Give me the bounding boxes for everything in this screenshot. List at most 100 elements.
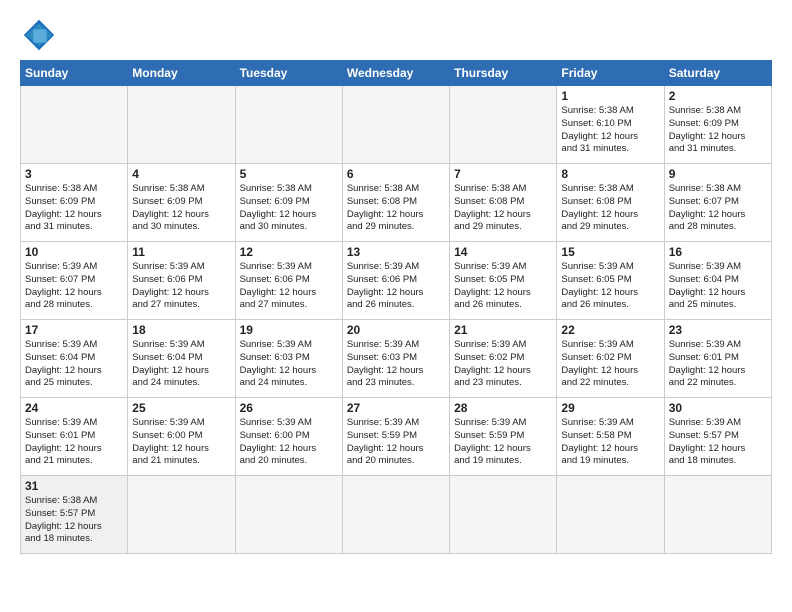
calendar-cell: 4 Sunrise: 5:38 AM Sunset: 6:09 PM Daylig…: [128, 164, 235, 242]
day-info: Sunrise: 5:38 AM Sunset: 6:08 PM Dayligh…: [454, 183, 552, 234]
day-number: 12: [240, 245, 338, 259]
calendar-cell: 25 Sunrise: 5:39 AM Sunset: 6:00 PM Dayli…: [128, 398, 235, 476]
day-number: 28: [454, 401, 552, 415]
day-number: 30: [669, 401, 767, 415]
day-info: Sunrise: 5:39 AM Sunset: 6:04 PM Dayligh…: [669, 261, 767, 312]
calendar-cell: 26Sunrise: 5:39 AM Sunset: 6:00 PM Dayli…: [235, 398, 342, 476]
calendar-cell: [342, 476, 449, 554]
calendar-cell: 15Sunrise: 5:39 AM Sunset: 6:05 PM Dayli…: [557, 242, 664, 320]
day-number: 18: [132, 323, 230, 337]
day-number: 16: [669, 245, 767, 259]
calendar-cell: 12 Sunrise: 5:39 AM Sunset: 6:06 PM Dayli…: [235, 242, 342, 320]
day-info: Sunrise: 5:39 AM Sunset: 6:00 PM Dayligh…: [132, 417, 230, 468]
calendar-cell: 27Sunrise: 5:39 AM Sunset: 5:59 PM Dayli…: [342, 398, 449, 476]
day-number: 11: [132, 245, 230, 259]
day-number: 13: [347, 245, 445, 259]
day-info: Sunrise: 5:39 AM Sunset: 6:01 PM Dayligh…: [25, 417, 123, 468]
day-info: Sunrise: 5:39 AM Sunset: 6:04 PM Dayligh…: [25, 339, 123, 390]
calendar-cell: [235, 476, 342, 554]
day-info: Sunrise: 5:38 AM Sunset: 6:08 PM Dayligh…: [347, 183, 445, 234]
day-number: 10: [25, 245, 123, 259]
day-info: Sunrise: 5:38 AM Sunset: 6:10 PM Dayligh…: [561, 105, 659, 156]
day-number: 29: [561, 401, 659, 415]
day-number: 17: [25, 323, 123, 337]
day-info: Sunrise: 5:38 AM Sunset: 6:07 PM Dayligh…: [669, 183, 767, 234]
day-number: 23: [669, 323, 767, 337]
day-number: 25: [132, 401, 230, 415]
day-number: 22: [561, 323, 659, 337]
day-number: 6: [347, 167, 445, 181]
calendar-cell: 7 Sunrise: 5:38 AM Sunset: 6:08 PM Daylig…: [450, 164, 557, 242]
calendar-cell: [664, 476, 771, 554]
calendar-cell: 20 Sunrise: 5:39 AM Sunset: 6:03 PM Dayli…: [342, 320, 449, 398]
calendar-cell: 17 Sunrise: 5:39 AM Sunset: 6:04 PM Dayli…: [21, 320, 128, 398]
calendar-week-3: 17 Sunrise: 5:39 AM Sunset: 6:04 PM Dayli…: [21, 320, 772, 398]
day-info: Sunrise: 5:39 AM Sunset: 6:03 PM Dayligh…: [347, 339, 445, 390]
day-info: Sunrise: 5:39 AM Sunset: 6:02 PM Dayligh…: [561, 339, 659, 390]
calendar-cell: 29Sunrise: 5:39 AM Sunset: 5:58 PM Dayli…: [557, 398, 664, 476]
calendar-cell: 21Sunrise: 5:39 AM Sunset: 6:02 PM Dayli…: [450, 320, 557, 398]
day-number: 19: [240, 323, 338, 337]
calendar-week-1: 3 Sunrise: 5:38 AM Sunset: 6:09 PM Daylig…: [21, 164, 772, 242]
calendar-cell: 18 Sunrise: 5:39 AM Sunset: 6:04 PM Dayli…: [128, 320, 235, 398]
calendar-cell: 30 Sunrise: 5:39 AM Sunset: 5:57 PM Dayli…: [664, 398, 771, 476]
calendar-cell: [21, 86, 128, 164]
weekday-header-sunday: Sunday: [21, 61, 128, 86]
day-number: 20: [347, 323, 445, 337]
day-number: 14: [454, 245, 552, 259]
calendar-cell: [450, 86, 557, 164]
day-number: 8: [561, 167, 659, 181]
calendar-cell: 11 Sunrise: 5:39 AM Sunset: 6:06 PM Dayli…: [128, 242, 235, 320]
calendar-cell: [128, 476, 235, 554]
weekday-header-tuesday: Tuesday: [235, 61, 342, 86]
weekday-header-row: SundayMondayTuesdayWednesdayThursdayFrid…: [21, 61, 772, 86]
day-number: 5: [240, 167, 338, 181]
calendar-cell: 28 Sunrise: 5:39 AM Sunset: 5:59 PM Dayli…: [450, 398, 557, 476]
day-info: Sunrise: 5:39 AM Sunset: 6:06 PM Dayligh…: [347, 261, 445, 312]
day-number: 24: [25, 401, 123, 415]
calendar-week-4: 24 Sunrise: 5:39 AM Sunset: 6:01 PM Dayli…: [21, 398, 772, 476]
day-info: Sunrise: 5:38 AM Sunset: 6:09 PM Dayligh…: [132, 183, 230, 234]
day-info: Sunrise: 5:39 AM Sunset: 6:03 PM Dayligh…: [240, 339, 338, 390]
weekday-header-monday: Monday: [128, 61, 235, 86]
calendar-cell: [235, 86, 342, 164]
day-number: 21: [454, 323, 552, 337]
day-info: Sunrise: 5:39 AM Sunset: 6:04 PM Dayligh…: [132, 339, 230, 390]
calendar-cell: 22 Sunrise: 5:39 AM Sunset: 6:02 PM Dayli…: [557, 320, 664, 398]
weekday-header-friday: Friday: [557, 61, 664, 86]
day-number: 1: [561, 89, 659, 103]
day-info: Sunrise: 5:39 AM Sunset: 6:06 PM Dayligh…: [132, 261, 230, 312]
day-number: 26: [240, 401, 338, 415]
weekday-header-saturday: Saturday: [664, 61, 771, 86]
day-info: Sunrise: 5:39 AM Sunset: 5:59 PM Dayligh…: [347, 417, 445, 468]
day-info: Sunrise: 5:39 AM Sunset: 6:05 PM Dayligh…: [454, 261, 552, 312]
calendar-cell: 10Sunrise: 5:39 AM Sunset: 6:07 PM Dayli…: [21, 242, 128, 320]
day-info: Sunrise: 5:39 AM Sunset: 6:05 PM Dayligh…: [561, 261, 659, 312]
weekday-header-wednesday: Wednesday: [342, 61, 449, 86]
day-number: 2: [669, 89, 767, 103]
day-info: Sunrise: 5:39 AM Sunset: 5:57 PM Dayligh…: [669, 417, 767, 468]
calendar-cell: 1 Sunrise: 5:38 AM Sunset: 6:10 PM Daylig…: [557, 86, 664, 164]
calendar-cell: 24 Sunrise: 5:39 AM Sunset: 6:01 PM Dayli…: [21, 398, 128, 476]
calendar-cell: 9 Sunrise: 5:38 AM Sunset: 6:07 PM Daylig…: [664, 164, 771, 242]
calendar-week-0: 1 Sunrise: 5:38 AM Sunset: 6:10 PM Daylig…: [21, 86, 772, 164]
calendar-cell: [128, 86, 235, 164]
calendar-cell: 5Sunrise: 5:38 AM Sunset: 6:09 PM Daylig…: [235, 164, 342, 242]
day-info: Sunrise: 5:38 AM Sunset: 6:08 PM Dayligh…: [561, 183, 659, 234]
day-info: Sunrise: 5:39 AM Sunset: 5:59 PM Dayligh…: [454, 417, 552, 468]
calendar-cell: 14 Sunrise: 5:39 AM Sunset: 6:05 PM Dayli…: [450, 242, 557, 320]
day-number: 4: [132, 167, 230, 181]
calendar-cell: 31Sunrise: 5:38 AM Sunset: 5:57 PM Dayli…: [21, 476, 128, 554]
day-number: 3: [25, 167, 123, 181]
calendar-cell: 19 Sunrise: 5:39 AM Sunset: 6:03 PM Dayli…: [235, 320, 342, 398]
calendar-cell: 3Sunrise: 5:38 AM Sunset: 6:09 PM Daylig…: [21, 164, 128, 242]
logo-icon: [20, 16, 58, 54]
day-number: 9: [669, 167, 767, 181]
day-info: Sunrise: 5:39 AM Sunset: 6:06 PM Dayligh…: [240, 261, 338, 312]
calendar-cell: [450, 476, 557, 554]
calendar-cell: 2Sunrise: 5:38 AM Sunset: 6:09 PM Daylig…: [664, 86, 771, 164]
calendar-table: SundayMondayTuesdayWednesdayThursdayFrid…: [20, 60, 772, 554]
day-number: 7: [454, 167, 552, 181]
calendar-cell: [557, 476, 664, 554]
day-number: 31: [25, 479, 123, 493]
